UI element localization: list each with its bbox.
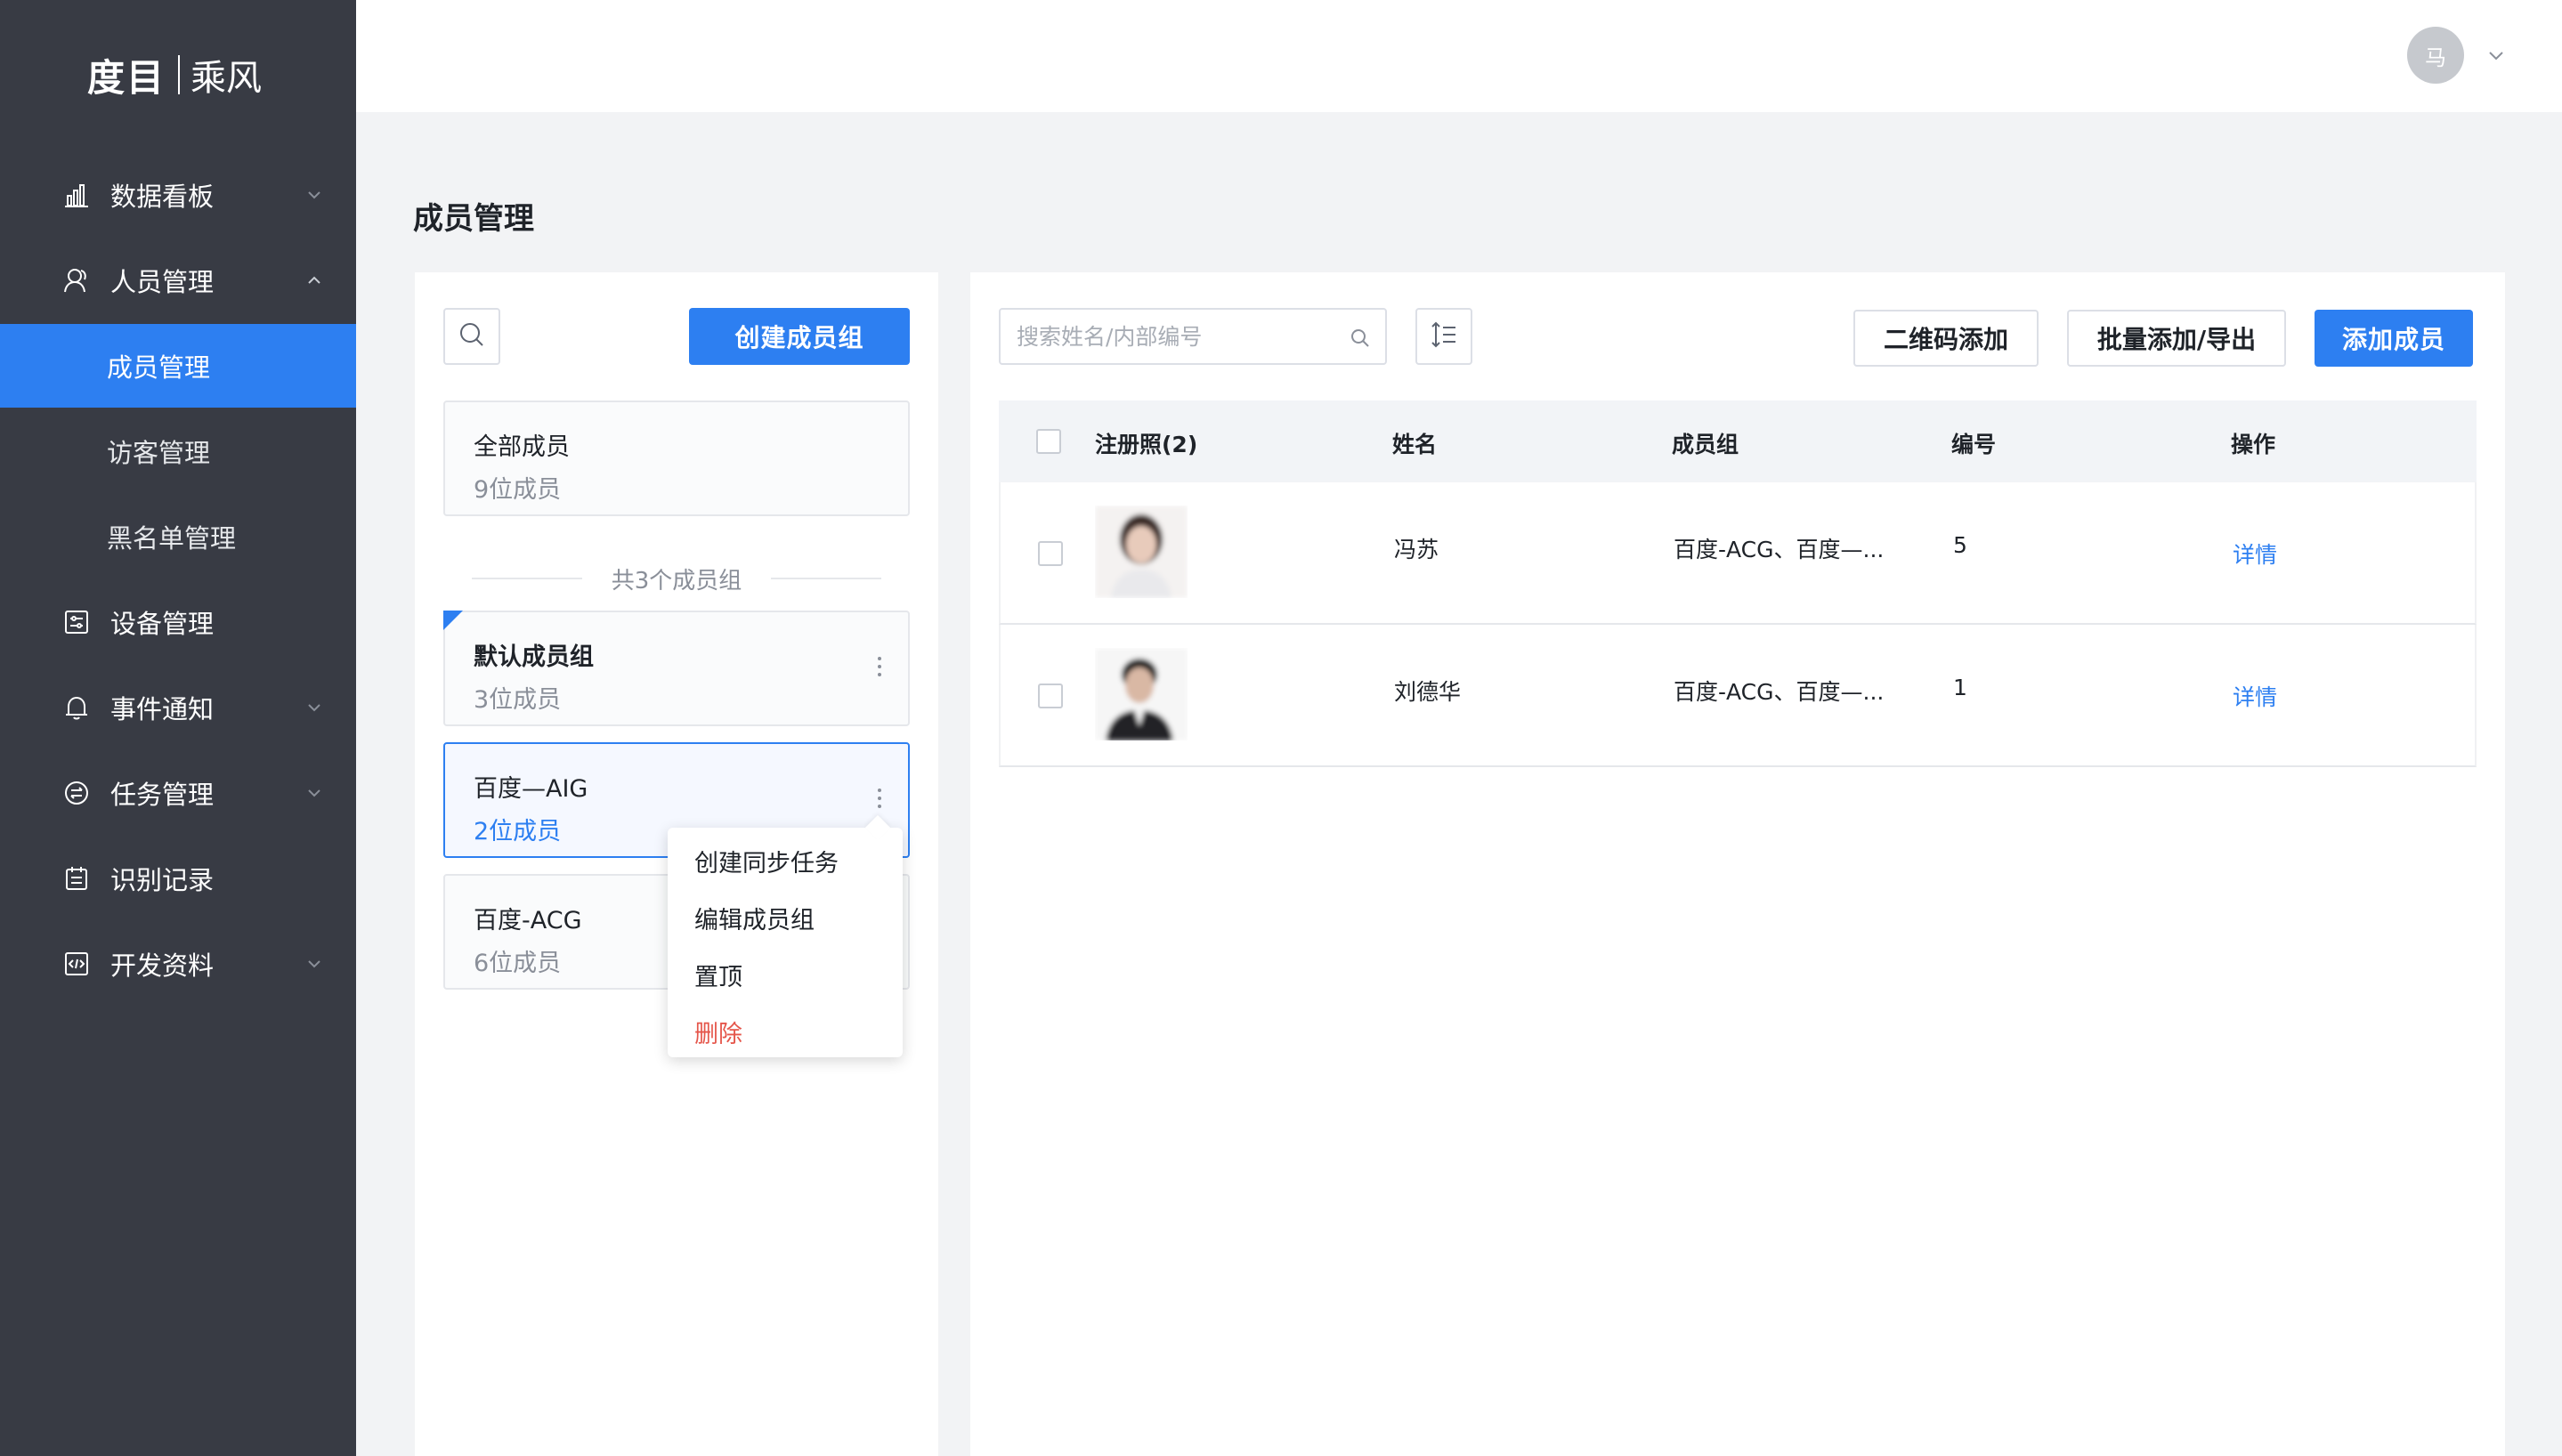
- group-search-button[interactable]: [443, 308, 500, 365]
- sidebar: 度目 乘风 数据看板 人员管理 成员管理 访客管理 黑名单管理 设备管理 事件通…: [0, 0, 356, 1456]
- sidebar-item-label: 人员管理: [110, 267, 215, 297]
- bar-chart-icon: [62, 181, 91, 209]
- member-photo: [1095, 506, 1188, 598]
- member-search-input[interactable]: [999, 308, 1387, 365]
- sidebar-item-devdocs[interactable]: 开发资料: [0, 922, 356, 1006]
- logo-sub-text: 乘风: [191, 58, 263, 99]
- sidebar-item-people[interactable]: 人员管理: [0, 239, 356, 322]
- sidebar-subitem-blacklist[interactable]: 黑名单管理: [0, 495, 356, 578]
- menu-item-edit-group[interactable]: 编辑成员组: [694, 901, 815, 935]
- more-options-icon[interactable]: [876, 657, 883, 684]
- group-name: 默认成员组: [474, 643, 594, 671]
- group-count: 2位成员: [474, 818, 562, 845]
- member-group: 百度-ACG、百度—...: [1674, 679, 1885, 705]
- group-name: 百度—AIG: [474, 775, 588, 803]
- column-header-id: 编号: [1951, 432, 1997, 457]
- top-header: [356, 0, 2562, 112]
- all-members-card[interactable]: 全部成员 9位成员: [443, 400, 910, 516]
- divider-line: [771, 578, 881, 579]
- column-header-group: 成员组: [1672, 432, 1739, 457]
- create-group-button[interactable]: 创建成员组: [689, 308, 910, 365]
- logo-main-text: 度目: [87, 55, 166, 100]
- group-name: 全部成员: [474, 433, 570, 461]
- sidebar-item-devices[interactable]: 设备管理: [0, 580, 356, 664]
- more-options-icon[interactable]: [876, 789, 883, 815]
- table-header: 注册照(2) 姓名 成员组 编号 操作: [999, 400, 2477, 482]
- table-row: 刘德华 百度-ACG、百度—... 1 详情: [999, 625, 2477, 767]
- people-icon: [62, 266, 91, 295]
- member-id: 1: [1953, 675, 1967, 700]
- sidebar-subitem-label: 访客管理: [107, 438, 211, 468]
- group-actions-menu: 创建同步任务 编辑成员组 置顶 删除: [668, 828, 903, 1057]
- add-member-button[interactable]: 添加成员: [2315, 310, 2473, 367]
- pinned-flag: [443, 611, 463, 630]
- sidebar-item-label: 数据看板: [110, 182, 215, 212]
- chevron-down-icon: [304, 698, 324, 717]
- member-name: 刘德华: [1394, 679, 1462, 705]
- member-id: 5: [1953, 532, 1967, 558]
- app-logo[interactable]: 度目 乘风: [87, 50, 262, 100]
- member-name: 冯苏: [1394, 537, 1439, 562]
- row-checkbox[interactable]: [1038, 684, 1063, 708]
- search-icon[interactable]: [1350, 328, 1371, 349]
- batch-add-export-button[interactable]: 批量添加/导出: [2067, 310, 2286, 367]
- member-group: 百度-ACG、百度—...: [1674, 537, 1885, 562]
- record-icon: [62, 864, 91, 893]
- row-checkbox[interactable]: [1038, 541, 1063, 566]
- sidebar-subitem-members[interactable]: 成员管理: [0, 324, 356, 408]
- group-name: 百度-ACG: [474, 907, 582, 934]
- select-all-checkbox[interactable]: [1036, 429, 1061, 454]
- sidebar-item-label: 设备管理: [110, 609, 215, 639]
- sidebar-item-records[interactable]: 识别记录: [0, 837, 356, 920]
- sidebar-subitem-label: 成员管理: [107, 352, 211, 383]
- sidebar-item-label: 识别记录: [110, 865, 215, 895]
- member-photo: [1095, 648, 1188, 740]
- logo-separator: [178, 55, 181, 94]
- column-header-action: 操作: [2231, 432, 2276, 457]
- member-search-field[interactable]: [1017, 319, 1337, 354]
- sidebar-item-label: 事件通知: [110, 694, 215, 724]
- chevron-down-icon: [304, 185, 324, 205]
- chevron-down-icon: [304, 783, 324, 803]
- sort-icon: [1429, 320, 1459, 353]
- bell-icon: [62, 693, 91, 722]
- sidebar-subitem-visitors[interactable]: 访客管理: [0, 409, 356, 493]
- chevron-down-icon: [304, 954, 324, 974]
- menu-item-create-sync-task[interactable]: 创建同步任务: [694, 844, 839, 878]
- member-detail-link[interactable]: 详情: [2233, 680, 2277, 712]
- group-count: 6位成员: [474, 950, 562, 977]
- search-icon: [458, 320, 486, 352]
- menu-item-delete[interactable]: 删除: [694, 1015, 742, 1049]
- code-icon: [62, 950, 91, 978]
- qr-add-button[interactable]: 二维码添加: [1853, 310, 2039, 367]
- group-card-default[interactable]: 默认成员组 3位成员: [443, 611, 910, 726]
- sidebar-subitem-label: 黑名单管理: [107, 523, 237, 554]
- member-detail-link[interactable]: 详情: [2233, 538, 2277, 570]
- sidebar-item-label: 开发资料: [110, 950, 215, 981]
- sidebar-item-tasks[interactable]: 任务管理: [0, 751, 356, 835]
- group-count: 9位成员: [474, 476, 562, 504]
- task-icon: [62, 779, 91, 807]
- column-header-name: 姓名: [1392, 432, 1438, 457]
- page-title: 成员管理: [413, 201, 534, 237]
- sort-button[interactable]: [1415, 308, 1472, 365]
- sidebar-item-notifications[interactable]: 事件通知: [0, 666, 356, 749]
- chevron-up-icon: [304, 271, 324, 290]
- sidebar-item-label: 任务管理: [110, 780, 215, 810]
- groups-divider: 共3个成员组: [472, 562, 881, 595]
- menu-item-pin-top[interactable]: 置顶: [694, 958, 742, 992]
- table-row: 冯苏 百度-ACG、百度—... 5 详情: [999, 482, 2477, 625]
- device-icon: [62, 608, 91, 636]
- column-header-photo: 注册照(2): [1095, 432, 1198, 457]
- group-count: 3位成员: [474, 686, 562, 714]
- avatar[interactable]: 马: [2407, 27, 2464, 84]
- chevron-down-icon[interactable]: [2485, 44, 2507, 66]
- sidebar-item-dashboard[interactable]: 数据看板: [0, 153, 356, 237]
